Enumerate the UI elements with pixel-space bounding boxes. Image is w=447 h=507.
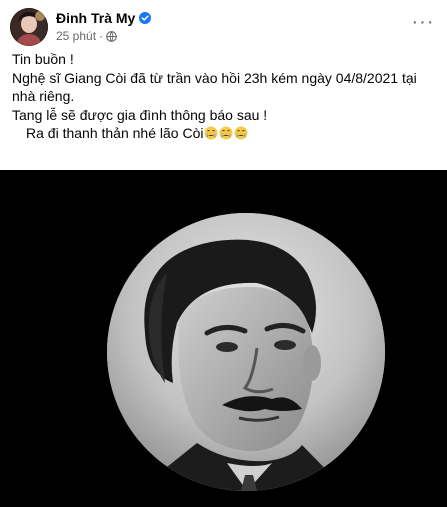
crying-face-emoji-icon <box>234 126 248 140</box>
crying-face-emoji-icon <box>219 126 233 140</box>
meta-separator: · <box>99 29 104 43</box>
author-avatar[interactable] <box>10 8 48 46</box>
post-text-span: Ra đi thanh thản nhé lão Còi <box>26 125 204 141</box>
more-options-button[interactable]: ··· <box>409 12 437 40</box>
post-text-line: Tin buồn ! <box>12 51 74 67</box>
globe-icon[interactable] <box>106 30 117 42</box>
post-text: Tin buồn ! Nghệ sĩ Giang Còi đã từ trần … <box>12 50 433 143</box>
post-text-line: Tang lễ sẽ được gia đình thông báo sau ! <box>12 106 268 123</box>
post-text-line: Ra đi thanh thản nhé lão Còi <box>12 124 433 143</box>
post-timestamp[interactable]: 25 phút <box>56 29 96 43</box>
facebook-post: Đinh Trà My 25 phút · ··· Tin buồn ! Ngh… <box>0 0 447 507</box>
author-name[interactable]: Đinh Trà My <box>56 10 135 26</box>
more-options-icon: ··· <box>411 11 435 33</box>
portrait-image <box>107 213 385 491</box>
post-meta: 25 phút · <box>56 29 117 43</box>
portrait-circle <box>107 213 385 491</box>
post-header: Đinh Trà My 25 phút · ··· <box>10 8 437 48</box>
post-text-line: Nghệ sĩ Giang Còi đã từ trần vào hồi 23h… <box>12 69 417 105</box>
post-photo[interactable] <box>0 170 447 507</box>
verified-badge-icon <box>139 12 152 24</box>
author-name-row: Đinh Trà My <box>56 10 152 26</box>
crying-face-emoji-icon <box>204 126 218 140</box>
